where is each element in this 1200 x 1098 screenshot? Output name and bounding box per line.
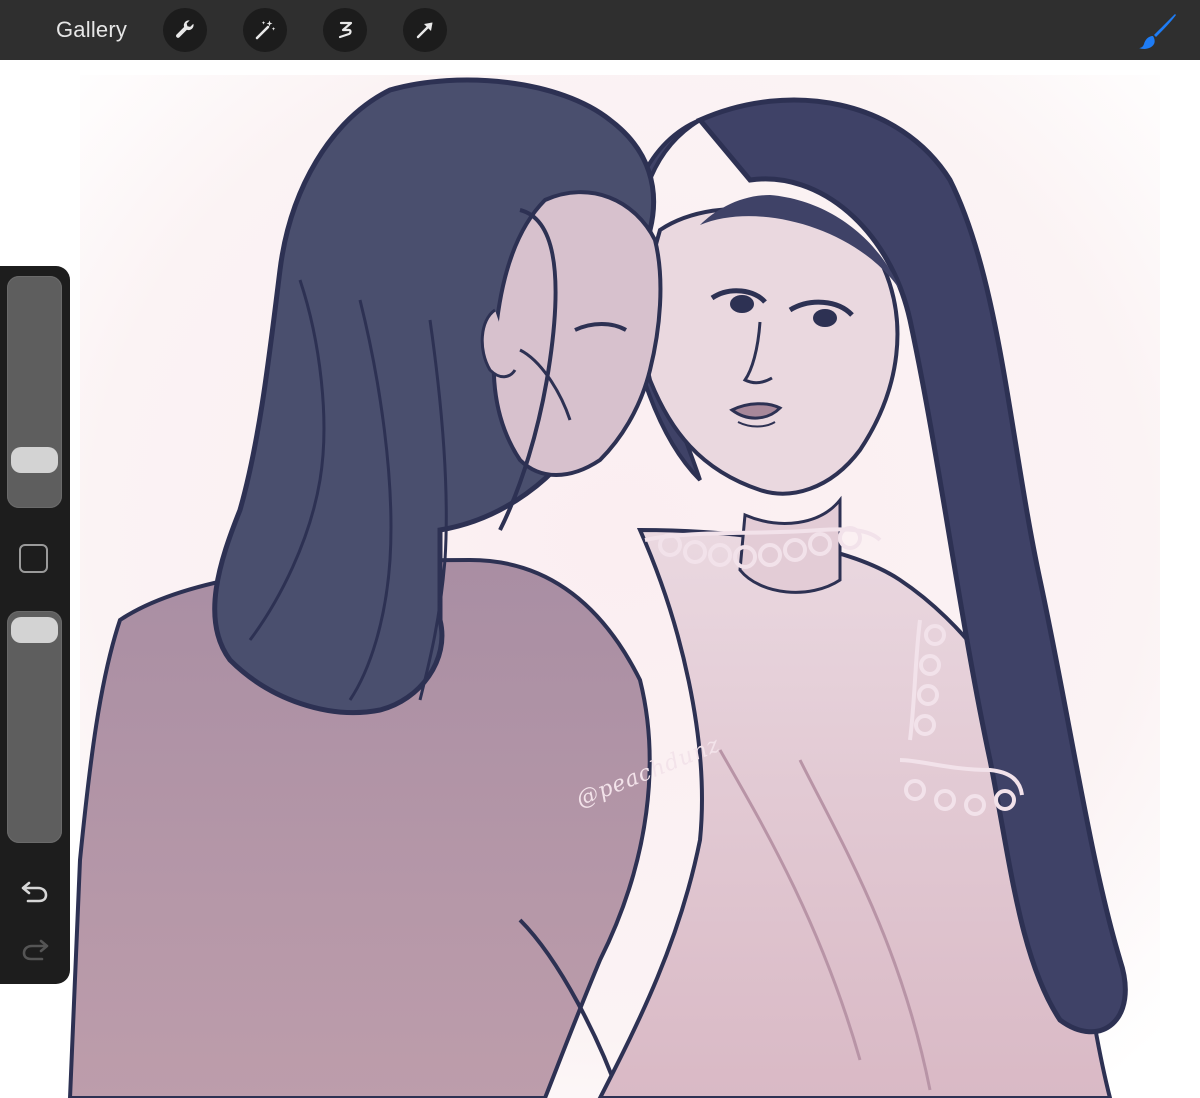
redo-icon[interactable] <box>20 936 50 962</box>
selection-s-icon <box>338 21 353 39</box>
wrench-icon <box>176 20 194 38</box>
brush-icon[interactable] <box>1138 12 1178 50</box>
drawing-canvas[interactable]: @peachdunz <box>0 60 1200 1098</box>
selection-button[interactable] <box>323 8 367 52</box>
transform-button[interactable] <box>403 8 447 52</box>
brush-sidebar <box>0 266 70 984</box>
top-toolbar: Gallery <box>0 0 1200 60</box>
brush-size-thumb[interactable] <box>11 446 58 473</box>
undo-icon[interactable] <box>20 878 50 904</box>
modify-button[interactable] <box>19 544 48 573</box>
opacity-slider[interactable] <box>7 611 62 843</box>
actions-button[interactable] <box>163 8 207 52</box>
adjustments-button[interactable] <box>243 8 287 52</box>
artwork-illustration <box>67 75 1160 1098</box>
magic-wand-icon <box>255 20 276 40</box>
opacity-thumb[interactable] <box>11 617 58 643</box>
gallery-button[interactable]: Gallery <box>56 17 127 43</box>
brush-size-slider[interactable] <box>7 276 62 508</box>
arrow-cursor-icon <box>416 22 433 39</box>
